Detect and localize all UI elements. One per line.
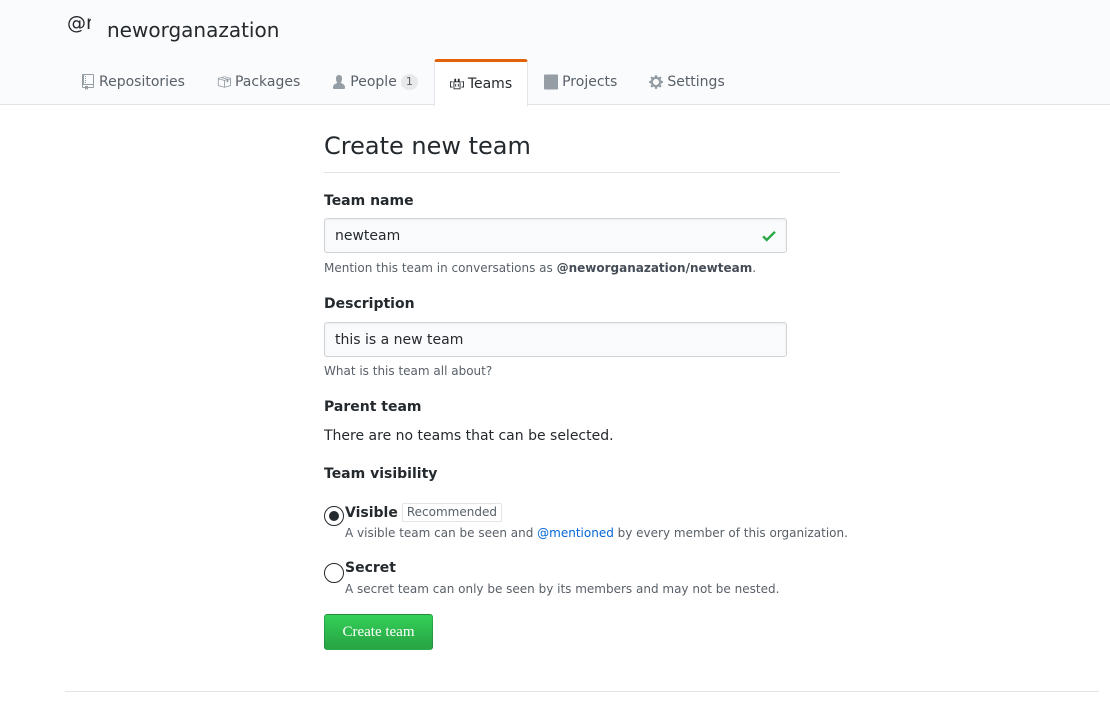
project-icon [544, 74, 559, 90]
tab-label: Projects [562, 74, 618, 90]
parent-team-label: Parent team [324, 399, 422, 415]
mentioned-link[interactable]: @mentioned [537, 526, 614, 540]
visible-radio[interactable] [324, 506, 344, 526]
description-field[interactable] [324, 322, 787, 357]
tab-teams[interactable]: Teams [433, 59, 529, 106]
secret-radio[interactable] [324, 563, 344, 583]
package-icon [217, 74, 231, 90]
check-icon [762, 230, 776, 242]
create-team-button[interactable]: Create team [324, 614, 433, 650]
team-name-note-text: Mention this team in conversations as [324, 261, 557, 275]
tab-label: Packages [234, 74, 301, 90]
tab-repositories[interactable]: Repositories [65, 59, 201, 105]
team-visibility-label: Team visibility [324, 466, 438, 482]
visible-label-text: Visible [345, 504, 398, 521]
tab-settings[interactable]: Settings [633, 59, 740, 105]
create-team-form: Create new team [324, 128, 840, 173]
description-label: Description [324, 296, 415, 312]
visible-note-text: A visible team can be seen and [345, 526, 538, 540]
people-count-badge: 1 [400, 74, 418, 90]
tab-label: Teams [467, 76, 513, 92]
tab-projects[interactable]: Projects [528, 59, 633, 105]
visible-option-label[interactable]: Visible Recommended [345, 503, 502, 522]
org-header: @ne neworganazation Repositories Package… [0, 0, 1110, 106]
team-name-note-suffix: . [752, 261, 757, 275]
team-name-field[interactable] [324, 218, 787, 253]
teams-icon [449, 76, 464, 92]
visible-note-suffix: by every member of this organization. [613, 526, 848, 540]
page-title: Create new team [324, 128, 840, 173]
team-name-input[interactable] [335, 219, 776, 252]
team-name-label: Team name [324, 193, 414, 209]
tab-label: People [350, 74, 397, 90]
secret-option-label[interactable]: Secret [345, 560, 396, 576]
visible-option-note: A visible team can be seen and @mentione… [345, 526, 848, 540]
description-input[interactable] [335, 323, 776, 356]
org-name[interactable]: neworganazation [107, 18, 279, 42]
team-name-note: Mention this team in conversations as @n… [324, 261, 756, 275]
tab-packages[interactable]: Packages [201, 59, 316, 105]
recommended-badge: Recommended [401, 503, 502, 522]
org-nav-tabs: Repositories Packages People 1 Teams Pro… [65, 59, 741, 106]
avatar[interactable]: @ne [67, 15, 91, 41]
footer-divider [65, 691, 1099, 692]
gear-icon [649, 74, 664, 90]
person-icon [332, 74, 346, 90]
tab-label: Repositories [99, 74, 185, 90]
repo-icon [81, 74, 95, 90]
description-note: What is this team all about? [324, 364, 493, 378]
tab-label: Settings [667, 74, 725, 90]
secret-label-text: Secret [345, 560, 396, 576]
secret-option-note: A secret team can only be seen by its me… [345, 582, 780, 596]
team-mention-handle: @neworganazation/newteam [556, 261, 753, 275]
parent-team-empty-text: There are no teams that can be selected. [324, 428, 614, 444]
tab-people[interactable]: People 1 [316, 59, 434, 105]
